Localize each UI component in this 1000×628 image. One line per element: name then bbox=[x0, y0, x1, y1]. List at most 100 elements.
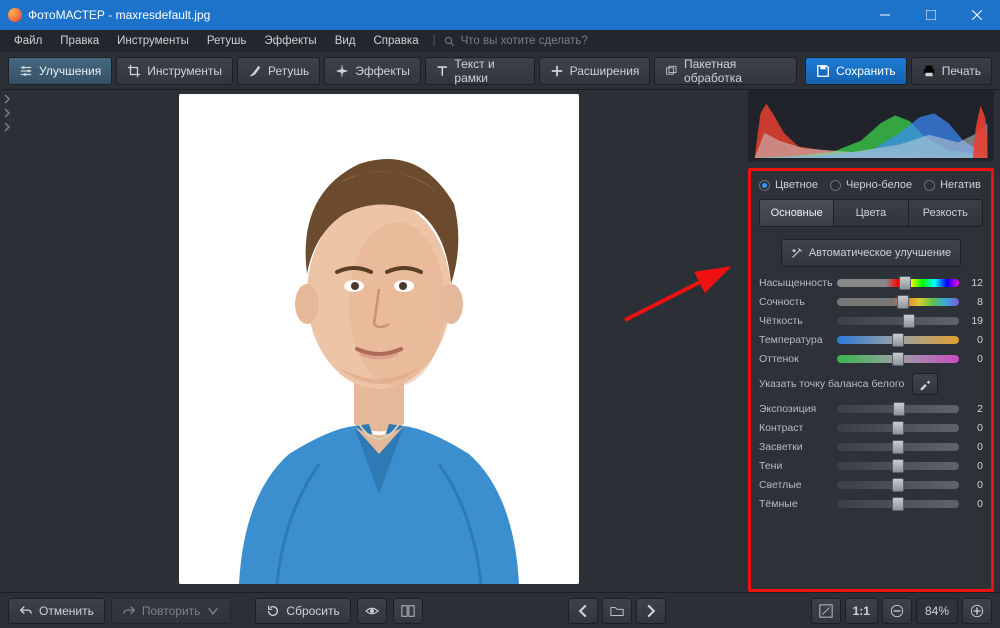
chevron-right-icon[interactable] bbox=[2, 122, 12, 132]
zoom-in-button[interactable] bbox=[962, 598, 992, 624]
slider-value: 0 bbox=[965, 353, 983, 365]
menu-divider: | bbox=[433, 35, 436, 47]
slider-knob[interactable] bbox=[892, 421, 904, 435]
reset-button[interactable]: Сбросить bbox=[255, 598, 350, 624]
radio-bw[interactable]: Черно-белое bbox=[830, 179, 912, 191]
slider-label: Насыщенность bbox=[759, 277, 831, 289]
slider-knob[interactable] bbox=[892, 459, 904, 473]
toolbar-save[interactable]: Сохранить bbox=[805, 57, 907, 85]
menu-view[interactable]: Вид bbox=[329, 33, 362, 49]
slider-track[interactable] bbox=[837, 500, 959, 508]
slider-row: Сочность 8 bbox=[759, 296, 983, 308]
menu-retouch[interactable]: Ретушь bbox=[201, 33, 253, 49]
eyedropper-button[interactable] bbox=[912, 373, 938, 395]
histogram[interactable] bbox=[748, 90, 994, 162]
slider-knob[interactable] bbox=[899, 276, 911, 290]
slider-value: 0 bbox=[965, 334, 983, 346]
window-close[interactable] bbox=[954, 0, 1000, 30]
slider-knob[interactable] bbox=[892, 352, 904, 366]
slider-value: 8 bbox=[965, 296, 983, 308]
eyedropper-icon bbox=[918, 377, 932, 391]
slider-label: Экспозиция bbox=[759, 403, 831, 415]
slider-value: 19 bbox=[965, 315, 983, 327]
slider-track[interactable] bbox=[837, 279, 959, 287]
slider-label: Тени bbox=[759, 460, 831, 472]
window-minimize[interactable] bbox=[862, 0, 908, 30]
menu-edit[interactable]: Правка bbox=[54, 33, 105, 49]
toolbar-batch[interactable]: Пакетная обработка bbox=[654, 57, 797, 85]
menu-effects[interactable]: Эффекты bbox=[258, 33, 322, 49]
portrait-image bbox=[179, 94, 579, 584]
undo-icon bbox=[19, 604, 33, 618]
fit-button[interactable] bbox=[811, 598, 841, 624]
menu-file[interactable]: Файл bbox=[8, 33, 48, 49]
menu-tools[interactable]: Инструменты bbox=[111, 33, 195, 49]
next-image-button[interactable] bbox=[636, 598, 666, 624]
slider-knob[interactable] bbox=[897, 295, 909, 309]
toolbar-effects[interactable]: Эффекты bbox=[324, 57, 421, 85]
toolbar-text[interactable]: Текст и рамки bbox=[425, 57, 535, 85]
slider-track[interactable] bbox=[837, 336, 959, 344]
toolbar-enhance-label: Улучшения bbox=[39, 64, 101, 78]
slider-knob[interactable] bbox=[903, 314, 915, 328]
white-balance-label: Указать точку баланса белого bbox=[759, 378, 904, 390]
toolbar-tools[interactable]: Инструменты bbox=[116, 57, 233, 85]
radio-neg[interactable]: Негатив bbox=[924, 179, 981, 191]
sliders-group-tone: Экспозиция2Контраст0Засветки0Тени0Светлы… bbox=[759, 403, 983, 510]
text-icon bbox=[436, 64, 449, 78]
toolbar-text-label: Текст и рамки bbox=[454, 57, 523, 85]
radio-color[interactable]: Цветное bbox=[759, 179, 818, 191]
slider-track[interactable] bbox=[837, 481, 959, 489]
chevron-right-icon[interactable] bbox=[2, 108, 12, 118]
menubar: Файл Правка Инструменты Ретушь Эффекты В… bbox=[0, 30, 1000, 52]
zoom-out-button[interactable] bbox=[882, 598, 912, 624]
slider-knob[interactable] bbox=[892, 497, 904, 511]
slider-knob[interactable] bbox=[892, 478, 904, 492]
prev-image-button[interactable] bbox=[568, 598, 598, 624]
toolbar-retouch[interactable]: Ретушь bbox=[237, 57, 320, 85]
menu-help[interactable]: Справка bbox=[368, 33, 425, 49]
slider-label: Сочность bbox=[759, 296, 831, 308]
slider-row: Чёткость19 bbox=[759, 315, 983, 327]
toolbar-ext[interactable]: Расширения bbox=[539, 57, 651, 85]
undo-button[interactable]: Отменить bbox=[8, 598, 105, 624]
redo-button[interactable]: Повторить bbox=[111, 598, 232, 624]
folder-icon bbox=[610, 604, 624, 618]
slider-track[interactable] bbox=[837, 424, 959, 432]
slider-knob[interactable] bbox=[893, 402, 905, 416]
compare-button[interactable] bbox=[393, 598, 423, 624]
panel-tabs: Основные Цвета Резкость bbox=[759, 199, 983, 227]
slider-track[interactable] bbox=[837, 462, 959, 470]
eye-icon bbox=[365, 604, 379, 618]
tab-sharp[interactable]: Резкость bbox=[909, 200, 982, 226]
preview-button[interactable] bbox=[357, 598, 387, 624]
slider-track[interactable] bbox=[837, 298, 959, 306]
canvas[interactable] bbox=[14, 90, 744, 592]
slider-knob[interactable] bbox=[892, 440, 904, 454]
sliders-group-color: Насыщенность12Сочность8Чёткость19Темпера… bbox=[759, 277, 983, 365]
auto-enhance-label: Автоматическое улучшение bbox=[809, 247, 951, 259]
chevron-right-icon[interactable] bbox=[2, 94, 12, 104]
toolbar-print[interactable]: Печать bbox=[911, 57, 992, 85]
slider-track[interactable] bbox=[837, 355, 959, 363]
slider-value: 0 bbox=[965, 498, 983, 510]
slider-track[interactable] bbox=[837, 405, 959, 413]
sliders-icon bbox=[19, 64, 33, 78]
tab-main[interactable]: Основные bbox=[760, 200, 834, 226]
slider-row: Температура 0 bbox=[759, 334, 983, 346]
ratio-button[interactable]: 1:1 bbox=[845, 598, 878, 624]
window-maximize[interactable] bbox=[908, 0, 954, 30]
slider-track[interactable] bbox=[837, 317, 959, 325]
zoom-value[interactable]: 84% bbox=[916, 598, 958, 624]
compare-icon bbox=[401, 604, 415, 618]
plus-circle-icon bbox=[970, 604, 984, 618]
toolbar-enhance[interactable]: Улучшения bbox=[8, 57, 112, 85]
slider-knob[interactable] bbox=[892, 333, 904, 347]
auto-enhance-button[interactable]: Автоматическое улучшение bbox=[781, 239, 961, 267]
open-folder-button[interactable] bbox=[602, 598, 632, 624]
tab-colors[interactable]: Цвета bbox=[834, 200, 908, 226]
slider-label: Температура bbox=[759, 334, 831, 346]
slider-track[interactable] bbox=[837, 443, 959, 451]
slider-label: Светлые bbox=[759, 479, 831, 491]
search-hint[interactable]: Что вы хотите сделать? bbox=[444, 35, 588, 47]
